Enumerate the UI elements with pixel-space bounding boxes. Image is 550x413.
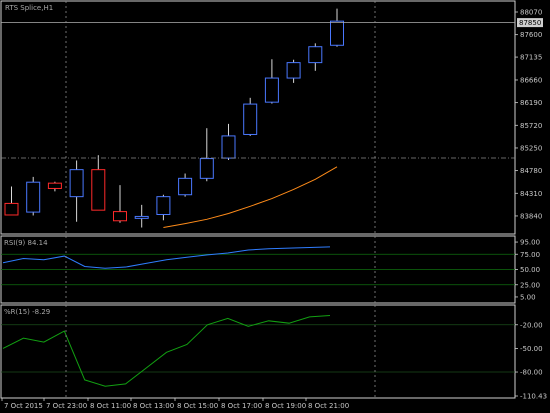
candle-body (221, 135, 236, 159)
candle-body (243, 103, 258, 135)
current-price-label: 87850 (519, 19, 541, 27)
price-tick-label: 84780 (520, 167, 542, 175)
candle-body (264, 77, 279, 103)
price-tick-label: 85250 (520, 144, 542, 152)
time-tick-label: 7 Oct 2015 (4, 402, 43, 410)
indicator-tick-label: -80.00 (520, 369, 543, 377)
candle-body (47, 182, 62, 189)
candle-body (156, 196, 171, 216)
rsi-title: RSI(9) 84.14 (4, 239, 48, 247)
candle-body (4, 202, 19, 216)
indicator-tick-label: 75.00 (520, 251, 540, 259)
price-tick-label: 87135 (520, 54, 542, 62)
indicator-tick-label: 50.00 (520, 266, 540, 274)
price-tick-label: 83840 (520, 212, 542, 220)
time-tick-label: 8 Oct 11:00 (90, 402, 131, 410)
price-tick-label: 84310 (520, 190, 542, 198)
time-tick-label: 8 Oct 21:00 (308, 402, 349, 410)
price-tick-label: 88070 (520, 9, 542, 17)
candle-body (330, 20, 344, 46)
candle-body (178, 177, 193, 196)
candle-body (286, 62, 301, 79)
time-tick-label: 8 Oct 15:00 (177, 402, 218, 410)
indicator-tick-label: 25.00 (520, 281, 540, 289)
candle-body (199, 158, 214, 179)
price-tick-label: 86190 (520, 99, 542, 107)
indicator-tick-label: -110.43 (520, 393, 547, 401)
candle-body (113, 211, 127, 222)
candle-body (91, 169, 106, 211)
price-chart-title: RTS Splice,H1 (5, 4, 53, 12)
price-tick-label: 87600 (520, 31, 542, 39)
candle-body (26, 181, 41, 213)
indicator-tick-label: -50.00 (520, 345, 543, 353)
price-tick-label: 85720 (520, 122, 542, 130)
chart-canvas: RTS Splice,H1 88070 87600 87135 86660 86190 8… (0, 0, 550, 413)
time-tick-label: 7 Oct 23:00 (46, 402, 87, 410)
chart-background (0, 0, 550, 413)
time-tick-label: 8 Oct 13:00 (133, 402, 174, 410)
candle-body (134, 215, 149, 219)
time-tick-label: 8 Oct 17:00 (221, 402, 262, 410)
wpr-title: %R(15) -8.29 (4, 308, 50, 316)
indicator-tick-label: -20.00 (520, 321, 543, 329)
time-tick-label: 8 Oct 19:00 (265, 402, 306, 410)
candle-body (69, 169, 84, 198)
price-tick-label: 86660 (520, 76, 542, 84)
candle-body (308, 46, 323, 64)
indicator-tick-label: 95.00 (520, 239, 540, 247)
indicator-tick-label: 5.00 (520, 293, 536, 301)
